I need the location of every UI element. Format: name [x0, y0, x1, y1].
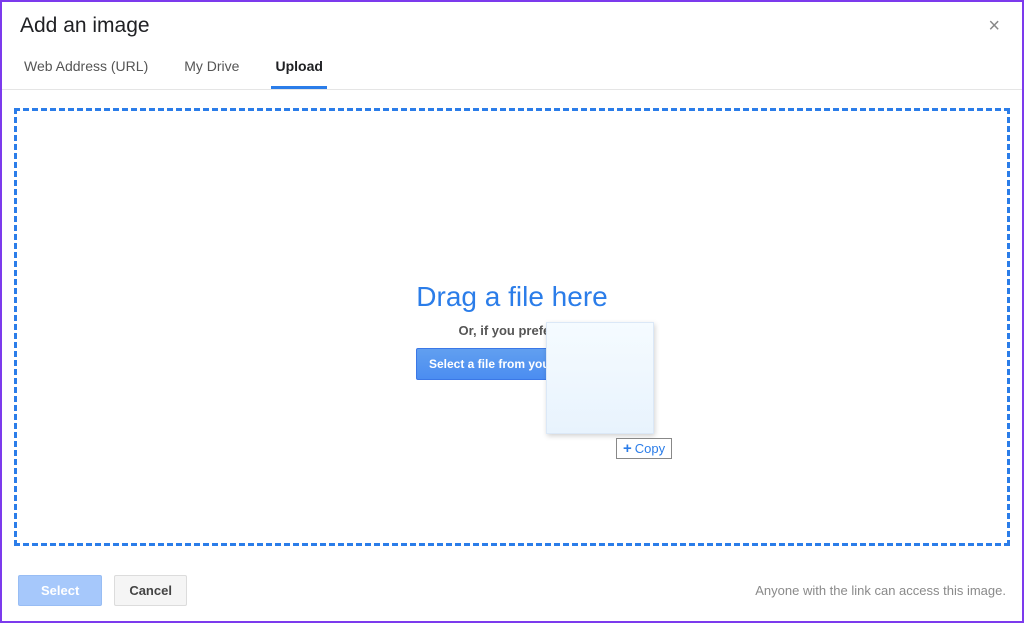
file-dropzone[interactable]: Drag a file here Or, if you prefer... Se…: [14, 108, 1010, 546]
tab-web-address[interactable]: Web Address (URL): [20, 46, 152, 89]
dropzone-subtitle: Or, if you prefer...: [17, 323, 1007, 338]
drag-copy-label: Copy: [635, 441, 665, 456]
dropzone-title: Drag a file here: [17, 281, 1007, 313]
tab-my-drive[interactable]: My Drive: [180, 46, 243, 89]
dialog-footer: Select Cancel Anyone with the link can a…: [2, 563, 1022, 621]
select-button[interactable]: Select: [18, 575, 102, 606]
cancel-button[interactable]: Cancel: [114, 575, 187, 606]
tab-bar: Web Address (URL) My Drive Upload: [2, 46, 1022, 90]
dialog-header: Add an image ×: [2, 2, 1022, 46]
footer-note: Anyone with the link can access this ima…: [755, 583, 1006, 598]
dragged-file-preview: [546, 322, 654, 434]
close-icon[interactable]: ×: [984, 15, 1004, 38]
plus-icon: +: [623, 440, 632, 457]
footer-actions: Select Cancel: [18, 575, 187, 606]
content-area: Drag a file here Or, if you prefer... Se…: [2, 90, 1022, 546]
drag-copy-badge: + Copy: [616, 438, 672, 459]
dialog-title: Add an image: [20, 14, 150, 38]
tab-upload[interactable]: Upload: [271, 46, 326, 89]
dropzone-inner: Drag a file here Or, if you prefer... Se…: [17, 281, 1007, 380]
